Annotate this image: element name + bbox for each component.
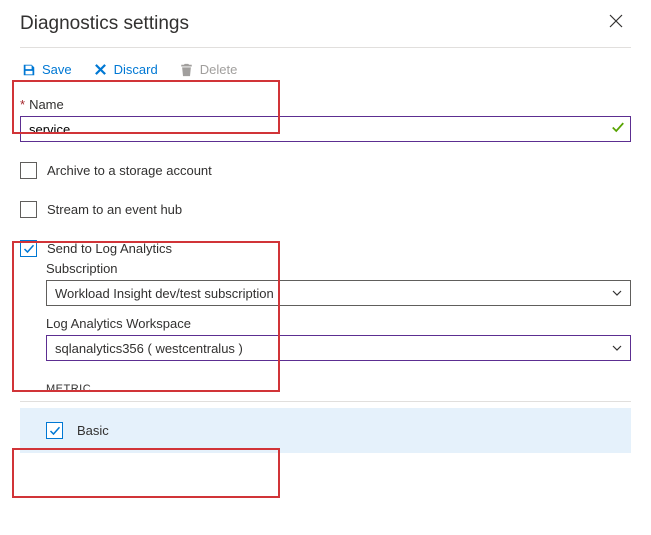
- toolbar: Save Discard Delete: [20, 58, 631, 97]
- name-label: * Name: [20, 97, 631, 112]
- required-indicator: *: [20, 97, 25, 112]
- loganalytics-option[interactable]: Send to Log Analytics: [20, 240, 631, 257]
- name-input-wrap: [20, 116, 631, 142]
- page-title: Diagnostics settings: [20, 13, 189, 35]
- delete-button: Delete: [178, 60, 240, 79]
- loganalytics-checkbox[interactable]: [20, 240, 37, 257]
- workspace-label: Log Analytics Workspace: [46, 316, 631, 331]
- metric-basic-checkbox[interactable]: [46, 422, 63, 439]
- stream-checkbox[interactable]: [20, 201, 37, 218]
- diagnostics-settings-panel: Diagnostics settings Save Discard Delete: [0, 0, 651, 473]
- metric-basic-label: Basic: [77, 423, 109, 438]
- close-button[interactable]: [601, 10, 631, 37]
- chevron-down-icon: [612, 287, 622, 299]
- subscription-select[interactable]: Workload Insight dev/test subscription: [46, 280, 631, 306]
- save-button[interactable]: Save: [20, 60, 74, 79]
- archive-option[interactable]: Archive to a storage account: [20, 162, 631, 179]
- name-field-group: * Name: [20, 97, 631, 142]
- workspace-value: sqlanalytics356 ( westcentralus ): [55, 341, 243, 356]
- metric-header: METRIC: [46, 383, 631, 395]
- close-icon: [609, 15, 623, 32]
- archive-label: Archive to a storage account: [47, 163, 212, 178]
- delete-icon: [180, 63, 194, 77]
- metric-section: METRIC Basic: [20, 383, 631, 453]
- stream-option[interactable]: Stream to an event hub: [20, 201, 631, 218]
- chevron-down-icon: [612, 342, 622, 354]
- name-label-text: Name: [29, 97, 64, 112]
- loganalytics-subsection: Subscription Workload Insight dev/test s…: [46, 261, 631, 361]
- workspace-select[interactable]: sqlanalytics356 ( westcentralus ): [46, 335, 631, 361]
- stream-label: Stream to an event hub: [47, 202, 182, 217]
- metric-divider: [20, 401, 631, 402]
- name-input[interactable]: [20, 116, 631, 142]
- save-label: Save: [42, 62, 72, 77]
- loganalytics-label: Send to Log Analytics: [47, 241, 172, 256]
- subscription-label: Subscription: [46, 261, 631, 276]
- highlight-box-metric: [12, 448, 280, 498]
- discard-label: Discard: [114, 62, 158, 77]
- validation-check-icon: [611, 121, 625, 138]
- discard-button[interactable]: Discard: [92, 60, 160, 79]
- header-divider: [20, 47, 631, 48]
- metric-basic-row[interactable]: Basic: [20, 408, 631, 453]
- archive-checkbox[interactable]: [20, 162, 37, 179]
- discard-icon: [94, 63, 108, 77]
- save-icon: [22, 63, 36, 77]
- subscription-value: Workload Insight dev/test subscription: [55, 286, 274, 301]
- panel-header: Diagnostics settings: [20, 10, 631, 43]
- delete-label: Delete: [200, 62, 238, 77]
